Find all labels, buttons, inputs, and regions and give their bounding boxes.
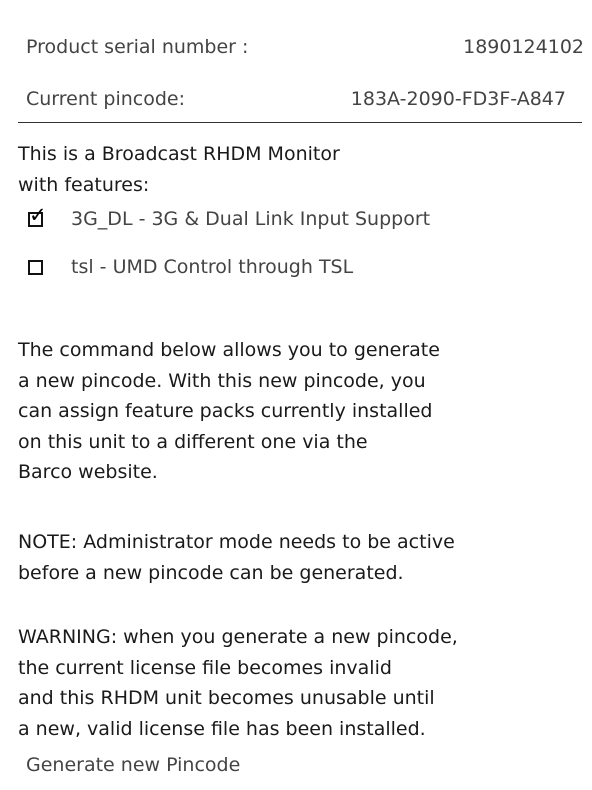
feature-item-tsl[interactable]: tsl - UMD Control through TSL (28, 256, 353, 278)
feature-checkbox-tsl[interactable] (28, 259, 43, 275)
generate-pincode-button[interactable]: Generate new Pincode (26, 754, 240, 776)
command-description: The command below allows you to generate… (18, 339, 440, 483)
serial-number-row: Product serial number : 1890124102 (26, 36, 584, 58)
checkmark-icon: ✓ (29, 202, 47, 227)
license-warning: WARNING: when you generate a new pincode… (18, 626, 458, 740)
admin-note: NOTE: Administrator mode needs to be act… (18, 531, 455, 584)
feature-label-3g-dl: 3G_DL - 3G & Dual Link Input Support (71, 208, 431, 230)
feature-item-3g-dl[interactable]: ✓ 3G_DL - 3G & Dual Link Input Support (28, 204, 431, 230)
monitor-description: This is a Broadcast RHDM Monitor with fe… (18, 143, 340, 196)
serial-number-label: Product serial number : (26, 36, 249, 58)
current-pincode-value: 183A-2090-FD3F-A847 (350, 88, 566, 110)
section-divider (18, 122, 582, 123)
current-pincode-row: Current pincode: 183A-2090-FD3F-A847 (26, 88, 584, 110)
pincode-panel: Product serial number : 1890124102 Curre… (0, 0, 592, 790)
feature-label-tsl: tsl - UMD Control through TSL (71, 256, 354, 278)
feature-checkbox-3g-dl[interactable]: ✓ (28, 204, 47, 227)
current-pincode-label: Current pincode: (26, 88, 186, 110)
serial-number-value: 1890124102 (463, 36, 584, 58)
